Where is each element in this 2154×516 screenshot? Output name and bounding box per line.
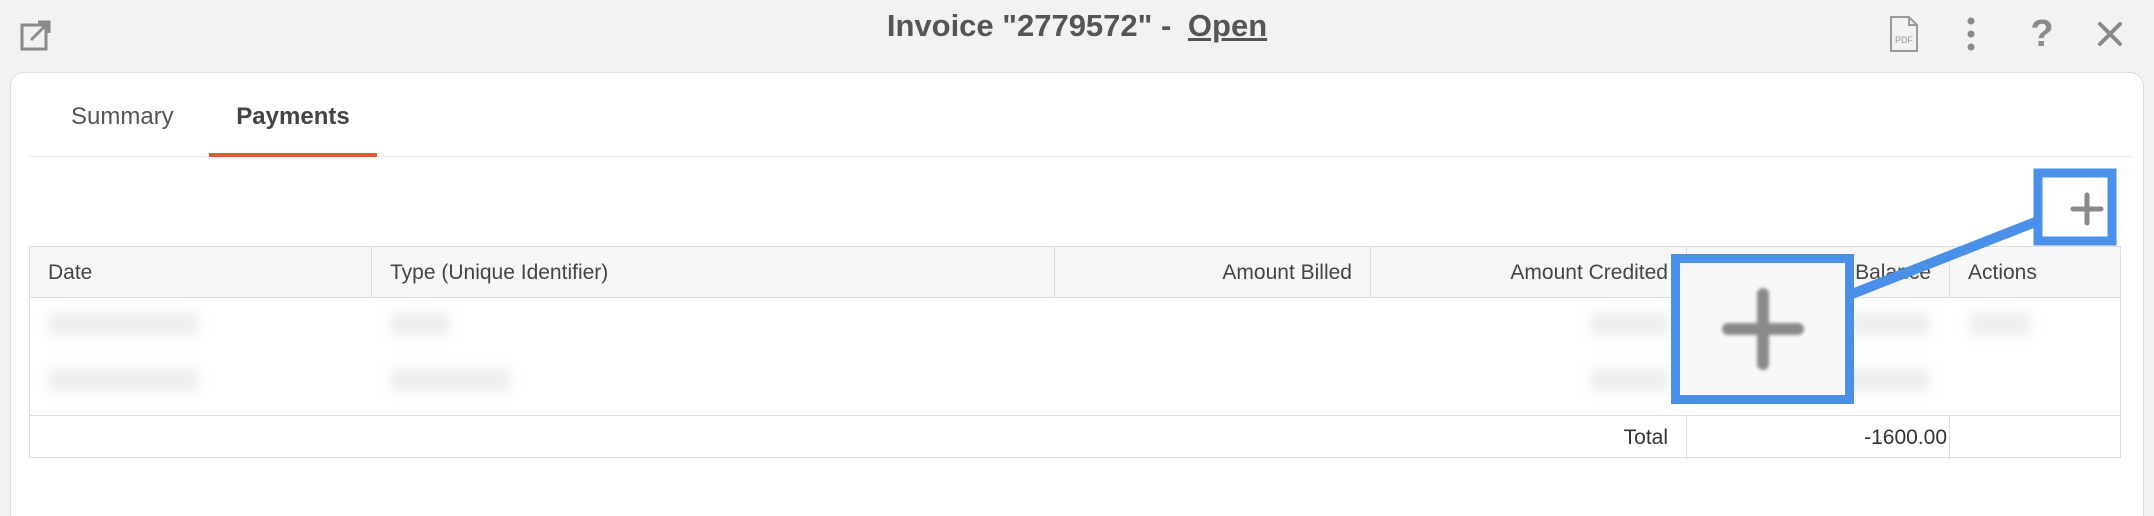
close-icon	[2098, 22, 2122, 46]
column-header-actions: Actions	[1968, 261, 2037, 284]
plus-icon	[2070, 192, 2104, 226]
total-value: -1600.00	[1687, 416, 1950, 460]
tab-bar: Summary Payments	[29, 73, 2133, 157]
add-payment-button[interactable]	[2057, 179, 2117, 239]
callout-zoom-box	[1671, 254, 1854, 404]
pdf-icon-label: PDF	[1895, 35, 1914, 45]
tab-summary[interactable]: Summary	[71, 103, 174, 157]
tab-payments[interactable]: Payments	[209, 103, 377, 157]
help-icon: ?	[2030, 13, 2054, 55]
column-header-amount-billed[interactable]: Amount Billed	[1055, 247, 1371, 298]
pdf-button[interactable]: PDF	[1886, 14, 1922, 54]
total-label: Total	[1371, 416, 1687, 460]
column-header-type[interactable]: Type (Unique Identifier)	[372, 247, 1055, 298]
more-vertical-icon	[1967, 17, 1975, 51]
close-button[interactable]	[2090, 14, 2130, 54]
plus-icon-zoomed	[1721, 288, 1804, 370]
column-header-date[interactable]: Date	[30, 247, 372, 298]
column-header-amount-credited[interactable]: Amount Credited	[1371, 247, 1687, 298]
invoice-status-link[interactable]: Open	[1188, 8, 1267, 43]
pdf-icon: PDF	[1890, 16, 1918, 52]
more-options-button[interactable]	[1956, 14, 1986, 54]
page-title: Invoice "2779572" - Open	[0, 8, 2154, 44]
table-total-row: Total -1600.00	[30, 415, 2120, 460]
help-button[interactable]: ?	[2022, 14, 2062, 54]
dialog-header: Invoice "2779572" - Open PDF ?	[0, 0, 2154, 70]
invoice-title: Invoice "2779572" -	[886, 8, 1172, 43]
